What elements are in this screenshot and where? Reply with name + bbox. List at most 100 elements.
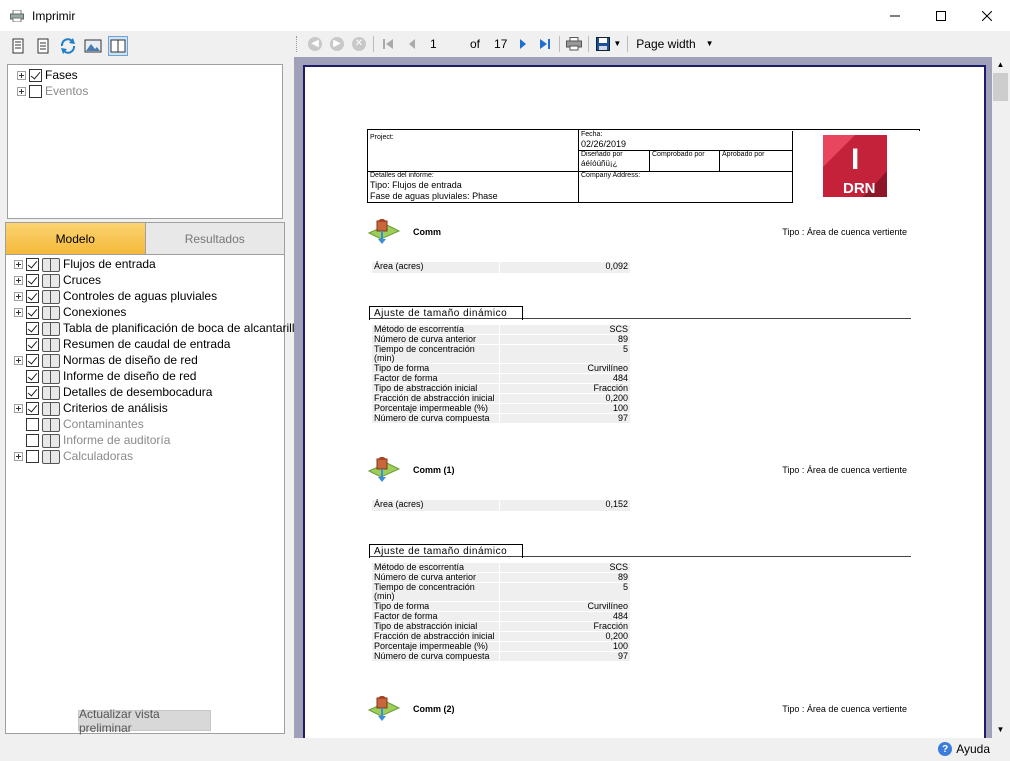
report-viewer[interactable]: Project: Fecha: 02/26/2019 Diseñado por … (294, 57, 992, 738)
tree-item-label: Controles de aguas pluviales (63, 289, 218, 303)
help-button[interactable]: ? Ayuda (938, 742, 990, 756)
param-name: Número de curva compuesta (371, 413, 500, 424)
fase-line: Fase de aguas pluviales: Phase (370, 191, 498, 201)
checkbox[interactable] (26, 385, 39, 399)
disenado-label: Diseñado por (581, 151, 623, 158)
tab-resultados[interactable]: Resultados (145, 223, 284, 254)
close-button[interactable] (964, 0, 1010, 31)
table-row: Fracción de abstracción inicial 0,200 (371, 631, 631, 642)
tree-item-fases[interactable]: Fases (17, 67, 282, 83)
tree-item[interactable]: Normas de diseño de red (6, 352, 284, 368)
tree-item[interactable]: Contaminantes (6, 416, 284, 432)
ajuste-title: Ajuste de tamaño dinámico (369, 543, 911, 558)
tree-item[interactable]: Flujos de entrada (6, 256, 284, 272)
tree-item[interactable]: Informe de diseño de red (6, 368, 284, 384)
tree-item-label: Criterios de análisis (63, 401, 168, 415)
checkbox[interactable] (26, 273, 39, 287)
table-row: Fracción de abstracción inicial 0,200 (371, 393, 631, 404)
param-value: 484 (499, 373, 631, 384)
tree-item[interactable]: Conexiones (6, 304, 284, 320)
expand-icon[interactable] (14, 307, 23, 317)
checkbox[interactable] (26, 305, 39, 319)
table-row: Número de curva compuesta 97 (371, 413, 631, 424)
tree-item[interactable]: Informe de auditoría (6, 432, 284, 448)
forward-icon[interactable]: ▶ (329, 36, 345, 52)
stop-icon[interactable]: ✕ (351, 36, 367, 52)
table-row: Tipo de abstracción inicial Fracción (371, 383, 631, 394)
vertical-scrollbar[interactable]: ▲ ▼ (992, 57, 1009, 738)
expand-icon[interactable] (14, 403, 23, 413)
param-value: SCS (499, 562, 631, 573)
section-name: Comm (2) (413, 704, 455, 714)
save-icon[interactable] (595, 36, 611, 52)
book-icon (42, 401, 60, 416)
page-number-input[interactable]: 1 (430, 37, 466, 51)
expand-icon[interactable] (14, 291, 23, 301)
scroll-up-icon[interactable]: ▲ (992, 57, 1009, 73)
checkbox[interactable] (26, 369, 39, 383)
tree-item[interactable]: Detalles de desembocadura (6, 384, 284, 400)
param-value: Curvilíneo (499, 601, 631, 612)
status-bar: ? Ayuda (0, 740, 1010, 761)
image-report-icon[interactable] (83, 36, 103, 56)
left-panel: Fases Eventos Modelo Resultados Flujos d… (0, 31, 301, 740)
page-setup-icon[interactable] (8, 36, 28, 56)
expand-icon[interactable] (14, 259, 23, 269)
tree-item-eventos[interactable]: Eventos (17, 83, 282, 99)
print-icon[interactable] (566, 36, 583, 52)
scroll-thumb[interactable] (993, 73, 1008, 101)
checkbox[interactable] (29, 84, 42, 98)
disenado-value: áéíóúñü¡¿ (581, 159, 618, 168)
first-page-icon[interactable] (380, 36, 396, 52)
tree-item[interactable]: Calculadoras (6, 448, 284, 464)
next-page-icon[interactable] (515, 36, 531, 52)
checkbox[interactable] (26, 449, 39, 463)
fases-tree: Fases Eventos (7, 64, 283, 219)
tipo-line: Tipo: Flujos de entrada (370, 180, 462, 190)
param-value: 100 (499, 403, 631, 414)
tab-modelo[interactable]: Modelo (6, 223, 146, 254)
tree-item-label: Cruces (63, 273, 102, 287)
tree-item[interactable]: Resumen de caudal de entrada (6, 336, 284, 352)
table-row: Porcentaje impermeable (%) 100 (371, 403, 631, 414)
param-value: Fracción (499, 621, 631, 632)
checkbox[interactable] (26, 353, 39, 367)
expand-icon[interactable] (14, 355, 23, 365)
param-name: Porcentaje impermeable (%) (371, 403, 500, 414)
zoom-select[interactable]: Page width (636, 37, 695, 51)
maximize-button[interactable] (918, 0, 964, 31)
expand-icon[interactable] (17, 86, 26, 96)
tree-item-label: Informe de auditoría (63, 433, 171, 447)
back-icon[interactable]: ◀ (307, 36, 323, 52)
checkbox[interactable] (26, 321, 39, 335)
tree-item[interactable]: Criterios de análisis (6, 400, 284, 416)
refresh-icon[interactable] (58, 36, 78, 56)
report-list-icon[interactable] (33, 36, 53, 56)
book-view-icon[interactable] (108, 36, 128, 56)
checkbox[interactable] (29, 68, 42, 82)
expand-icon[interactable] (14, 275, 23, 285)
checkbox[interactable] (26, 417, 39, 431)
checkbox[interactable] (26, 433, 39, 447)
scroll-down-icon[interactable]: ▼ (992, 722, 1009, 738)
checkbox[interactable] (26, 337, 39, 351)
chevron-down-icon[interactable]: ▼ (706, 39, 714, 48)
tree-item[interactable]: Controles de aguas pluviales (6, 288, 284, 304)
tree-item[interactable]: Tabla de planificación de boca de alcant… (6, 320, 301, 336)
param-value: 97 (499, 413, 631, 424)
param-name: Método de escorrentía (371, 562, 500, 573)
checkbox[interactable] (26, 401, 39, 415)
checkbox[interactable] (26, 257, 39, 271)
table-row: Método de escorrentía SCS (371, 562, 631, 573)
last-page-icon[interactable] (537, 36, 553, 52)
expand-icon[interactable] (14, 451, 23, 461)
minimize-button[interactable] (872, 0, 918, 31)
update-preview-button[interactable]: Actualizar vista preliminar (78, 707, 211, 735)
param-name: Número de curva anterior (371, 334, 500, 345)
checkbox[interactable] (26, 289, 39, 303)
previous-page-icon[interactable] (404, 36, 420, 52)
expand-icon[interactable] (17, 70, 26, 80)
chevron-down-icon[interactable]: ▼ (613, 39, 621, 48)
tree-item[interactable]: Cruces (6, 272, 284, 288)
